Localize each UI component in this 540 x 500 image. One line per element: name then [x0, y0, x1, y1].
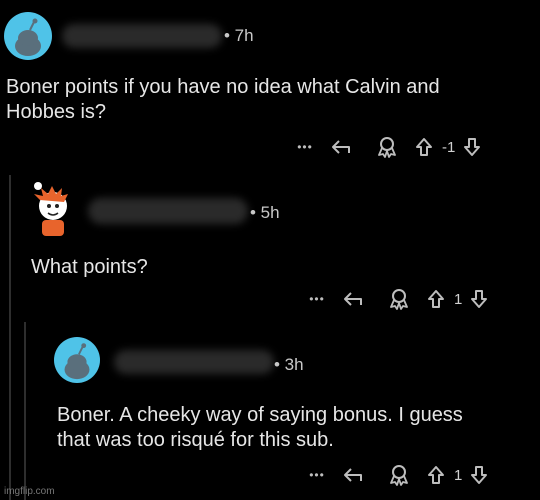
thread-line-2 — [24, 322, 26, 500]
redacted-username — [62, 24, 222, 48]
downvote-button[interactable] — [466, 289, 492, 309]
reply-icon — [332, 140, 350, 154]
reply-button[interactable] — [330, 466, 376, 484]
award-button[interactable] — [364, 136, 410, 158]
reply-button[interactable] — [330, 290, 376, 308]
award-icon — [390, 465, 408, 486]
comment-time: • 7h — [224, 26, 254, 45]
comment-body: Boner points if you have no idea what Ca… — [6, 76, 440, 123]
reply-button[interactable] — [318, 138, 364, 156]
more-options-button[interactable]: ••• — [304, 292, 330, 306]
upvote-icon — [428, 290, 444, 308]
upvote-button[interactable] — [422, 465, 450, 485]
award-icon — [378, 137, 396, 158]
comment-body: What points? — [31, 256, 148, 278]
comment-actions: ••• -1 — [292, 136, 485, 158]
avatar[interactable] — [26, 180, 76, 240]
comment-time: • 3h — [274, 355, 304, 374]
vote-score: 1 — [454, 466, 463, 484]
redacted-username — [114, 350, 274, 374]
comment-time: • 5h — [250, 203, 280, 222]
upvote-button[interactable] — [410, 137, 438, 157]
upvote-icon — [428, 466, 444, 484]
reply-icon — [344, 292, 362, 306]
comment-actions: ••• 1 — [304, 464, 492, 486]
avatar[interactable] — [4, 12, 52, 60]
avatar[interactable] — [54, 337, 100, 383]
snoo-icon — [15, 18, 41, 56]
downvote-icon — [471, 466, 488, 484]
more-options-button[interactable]: ••• — [304, 468, 330, 482]
watermark: imgflip.com — [4, 486, 55, 497]
calvin-avatar-icon — [34, 182, 68, 236]
downvote-icon — [464, 138, 481, 156]
reply-icon — [344, 468, 362, 482]
redacted-username — [88, 198, 248, 224]
downvote-icon — [471, 290, 488, 308]
downvote-button[interactable] — [459, 137, 485, 157]
thread-line-1 — [9, 175, 11, 500]
upvote-icon — [416, 138, 432, 156]
award-button[interactable] — [376, 464, 422, 486]
upvote-button[interactable] — [422, 289, 450, 309]
downvote-button[interactable] — [466, 465, 492, 485]
award-button[interactable] — [376, 288, 422, 310]
vote-score: 1 — [454, 290, 463, 308]
snoo-icon — [64, 343, 90, 380]
comment-actions: ••• 1 — [304, 288, 492, 310]
comment-body: Boner. A cheeky way of saying bonus. I g… — [57, 404, 463, 451]
vote-score: -1 — [442, 138, 456, 156]
more-options-button[interactable]: ••• — [292, 140, 318, 154]
award-icon — [390, 289, 408, 310]
